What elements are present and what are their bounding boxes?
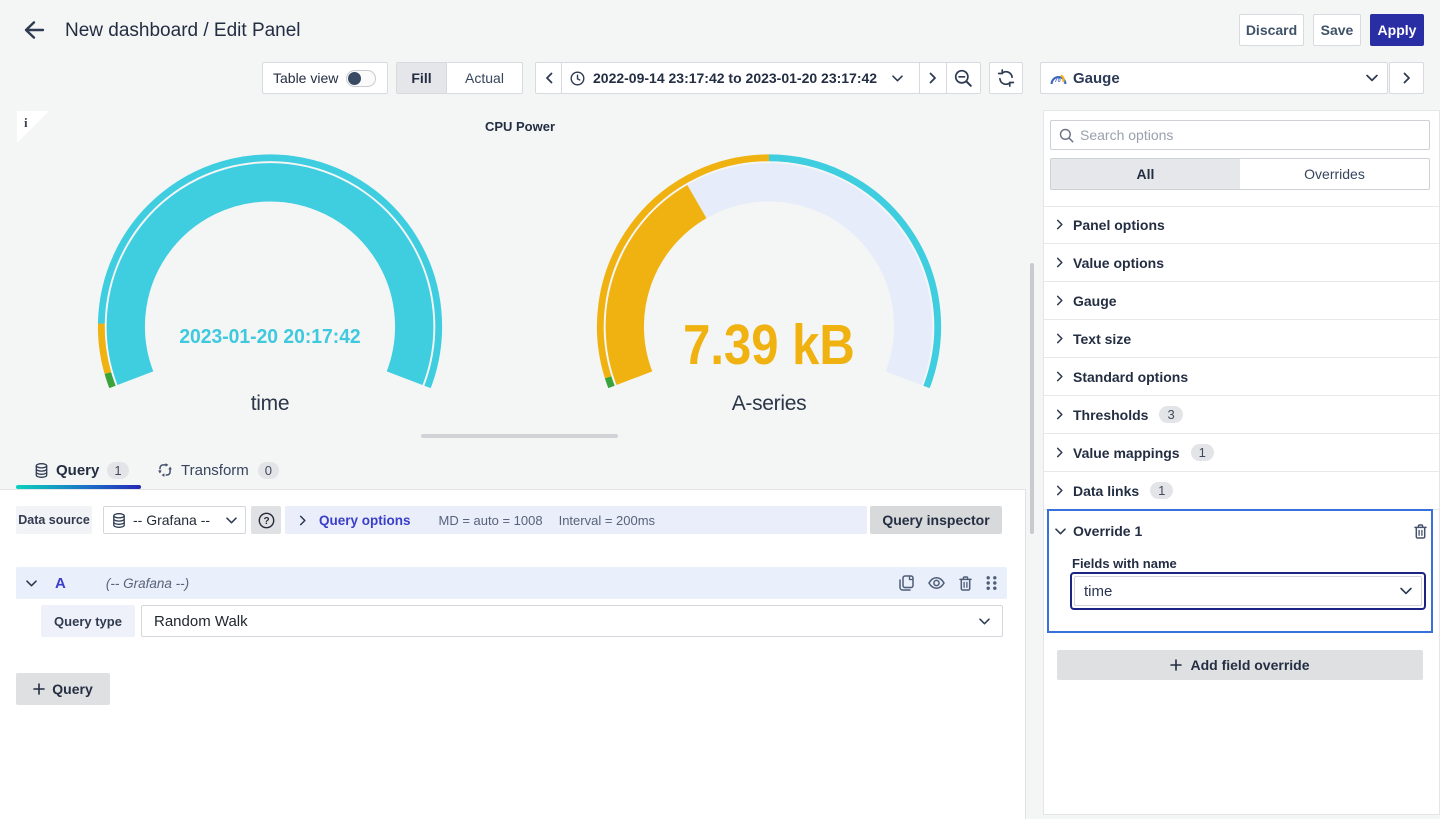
svg-text:?: ? <box>263 516 269 527</box>
svg-text:70: 70 <box>1055 77 1061 83</box>
